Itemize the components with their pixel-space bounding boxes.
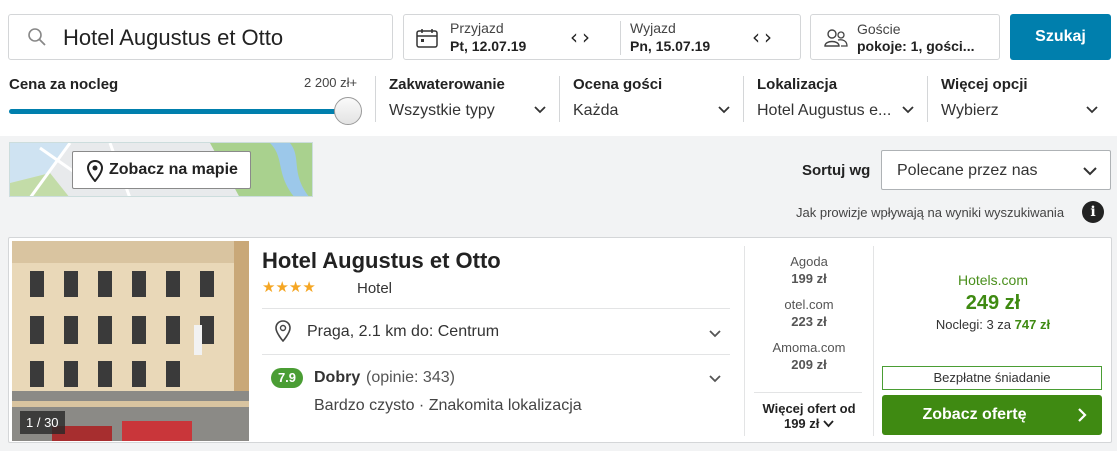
guest-rating-filter-value: Każda — [573, 102, 619, 119]
divider — [754, 392, 862, 393]
commission-info-text[interactable]: Jak prowizje wpływają na wyniki wyszukiw… — [796, 205, 1064, 220]
checkin-label: Przyjazd — [450, 20, 504, 36]
location-filter[interactable]: Lokalizacja Hotel Augustus e... — [757, 72, 917, 124]
checkout-value[interactable]: Pn, 15.07.19 — [630, 38, 710, 54]
star-rating-icon: ★★★★ — [262, 278, 316, 296]
best-offer-total-prefix: Noclegi: 3 za — [935, 317, 1012, 332]
calendar-icon — [416, 28, 438, 53]
rating-expand-chevron-icon[interactable] — [708, 371, 722, 390]
chevron-down-icon — [901, 102, 915, 121]
hotel-photo[interactable]: 1 / 30 — [12, 241, 249, 441]
chevron-down-icon — [823, 416, 834, 431]
guests-icon — [823, 28, 849, 53]
more-offers-price: 199 zł — [783, 416, 820, 431]
rating-score-badge: 7.9 — [271, 368, 303, 388]
accommodation-filter-value: Wszystkie typy — [389, 102, 495, 119]
price-slider-handle[interactable] — [334, 97, 362, 125]
checkout-label: Wyjazd — [630, 20, 676, 36]
sort-label: Sortuj wg — [802, 162, 871, 179]
provider-name: otel.com — [784, 297, 834, 312]
hotel-type: Hotel — [357, 280, 393, 297]
location-filter-value: Hotel Augustus e... — [757, 102, 892, 119]
divider — [262, 354, 730, 355]
provider-offer[interactable]: Amoma.com 209 zł — [751, 340, 867, 372]
location-expand-chevron-icon[interactable] — [708, 326, 722, 345]
rating-label: Dobry — [314, 369, 361, 386]
map-pin-icon — [86, 159, 104, 187]
guest-rating-filter-label: Ocena gości — [573, 76, 663, 93]
filter-divider — [927, 76, 928, 122]
best-offer-price[interactable]: 249 zł — [882, 292, 1104, 315]
checkin-value[interactable]: Pt, 12.07.19 — [450, 38, 526, 54]
sort-select[interactable]: Polecane przez nas — [881, 150, 1111, 190]
view-map-button[interactable]: Zobacz na mapie — [72, 151, 251, 189]
price-max-value: 2 200 zł+ — [304, 75, 358, 90]
chevron-down-icon — [1085, 102, 1099, 121]
best-offer-total-value: 747 zł — [1014, 317, 1051, 332]
accommodation-filter[interactable]: Zakwaterowanie Wszystkie typy — [389, 72, 549, 124]
more-options-filter[interactable]: Więcej opcji Wybierz — [941, 72, 1103, 124]
best-offer-total: Noclegi: 3 za 747 zł — [882, 317, 1104, 332]
sort-value: Polecane przez nas — [897, 162, 1038, 179]
date-picker[interactable]: Przyjazd Pt, 12.07.19 ‹› Wyjazd Pn, 15.0… — [403, 14, 801, 60]
provider-offer[interactable]: otel.com 223 zł — [751, 297, 867, 329]
filter-divider — [559, 76, 560, 122]
guest-rating-filter[interactable]: Ocena gości Każda — [573, 72, 733, 124]
divider — [744, 246, 745, 436]
rating-count: (opinie: 343) — [366, 369, 455, 386]
guests-value: pokoje: 1, gości... — [857, 38, 975, 54]
search-header: Hotel Augustus et Otto Przyjazd Pt, 12.0… — [0, 0, 1117, 136]
date-divider — [620, 21, 621, 55]
provider-offer[interactable]: Agoda 199 zł — [751, 254, 867, 286]
checkout-prev-next-icon[interactable]: ‹› — [752, 25, 776, 49]
search-button[interactable]: Szukaj — [1010, 14, 1111, 60]
view-offer-button[interactable]: Zobacz ofertę — [882, 395, 1102, 435]
search-input[interactable]: Hotel Augustus et Otto — [8, 14, 393, 60]
more-offers-label: Więcej ofert od — [762, 401, 856, 416]
chevron-down-icon — [717, 102, 731, 121]
hotel-result-card: 1 / 30 Hotel Augustus et Otto ★★★★ Hotel… — [8, 237, 1112, 443]
location-filter-label: Lokalizacja — [757, 76, 838, 93]
filter-divider — [375, 76, 376, 122]
provider-name: Amoma.com — [772, 340, 846, 355]
rating-description: Bardzo czysto · Znakomita lokalizacja — [314, 397, 582, 414]
more-offers-button[interactable]: Więcej ofert od 199 zł — [751, 401, 867, 431]
checkin-prev-next-icon[interactable]: ‹› — [570, 25, 594, 49]
search-query-text: Hotel Augustus et Otto — [63, 25, 284, 50]
more-options-filter-value: Wybierz — [941, 102, 999, 119]
location-pin-icon — [275, 320, 291, 347]
accommodation-filter-label: Zakwaterowanie — [389, 76, 505, 93]
more-options-filter-label: Więcej opcji — [941, 76, 1028, 93]
photo-counter: 1 / 30 — [20, 411, 65, 434]
info-icon[interactable]: i — [1082, 201, 1104, 223]
hotel-location: Praga, 2.1 km do: Centrum — [307, 323, 500, 340]
provider-price: 199 zł — [791, 271, 827, 286]
view-map-label: Zobacz na mapie — [109, 161, 238, 178]
view-offer-label: Zobacz ofertę — [922, 406, 1027, 423]
best-offer-site: Hotels.com — [957, 272, 1029, 288]
price-slider-track[interactable] — [9, 109, 349, 114]
guests-selector[interactable]: Goście pokoje: 1, gości... — [810, 14, 1000, 60]
chevron-down-icon — [533, 102, 547, 121]
filter-divider — [743, 76, 744, 122]
free-breakfast-badge: Bezpłatne śniadanie — [882, 366, 1102, 390]
provider-name: Agoda — [790, 254, 828, 269]
divider — [873, 246, 874, 436]
divider — [262, 308, 730, 309]
search-icon — [27, 27, 47, 52]
provider-price: 223 zł — [791, 314, 827, 329]
guests-label: Goście — [857, 21, 901, 37]
hotel-name[interactable]: Hotel Augustus et Otto — [262, 248, 501, 274]
price-filter-label: Cena za nocleg — [9, 76, 119, 93]
provider-price: 209 zł — [791, 357, 827, 372]
chevron-right-icon — [1076, 407, 1088, 428]
chevron-down-icon — [1082, 163, 1098, 184]
